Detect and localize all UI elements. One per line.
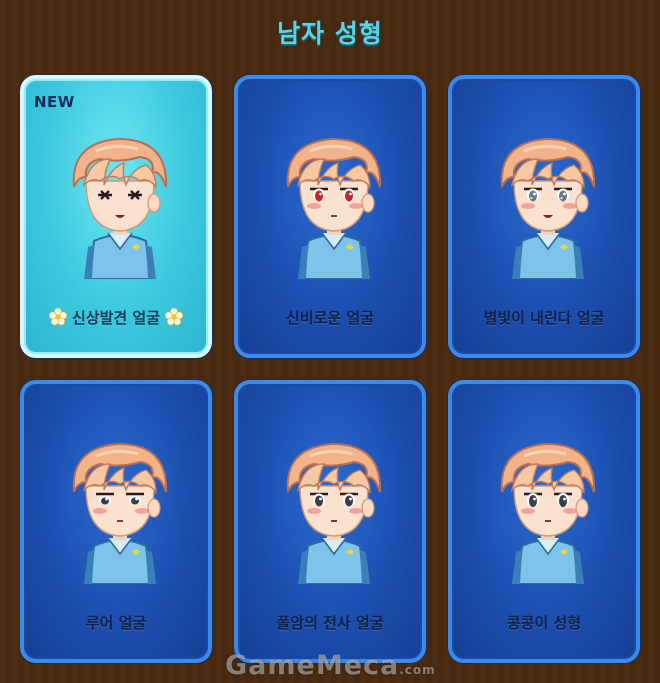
avatar xyxy=(72,137,168,279)
face-name: 신상발견 얼굴 xyxy=(71,309,161,327)
face-card-label: 신비로운 얼굴 xyxy=(238,307,422,328)
face-card[interactable]: 루어 얼굴 xyxy=(20,380,212,663)
face-card-label: 별빛이 내린다 얼굴 xyxy=(452,307,636,328)
watermark-suffix: .com xyxy=(399,663,436,677)
face-name: 신비로운 얼굴 xyxy=(285,309,375,327)
flower-icon xyxy=(164,307,184,326)
face-card-label: 신상발견 얼굴 xyxy=(24,307,208,328)
face-card[interactable]: NEW 신상발견 얼굴 xyxy=(20,75,212,358)
face-card-label: 루어 얼굴 xyxy=(24,612,208,633)
face-name: 콩콩이 성형 xyxy=(506,614,582,632)
avatar xyxy=(72,442,168,584)
avatar xyxy=(500,137,596,279)
face-name: 폴암의 전사 얼굴 xyxy=(276,614,384,632)
face-name: 루어 얼굴 xyxy=(85,614,147,632)
face-card[interactable]: 별빛이 내린다 얼굴 xyxy=(448,75,640,358)
new-badge: NEW xyxy=(34,93,75,111)
face-card-label: 폴암의 전사 얼굴 xyxy=(238,612,422,633)
flower-icon xyxy=(48,307,68,326)
avatar xyxy=(286,137,382,279)
page-title: 남자 성형 xyxy=(277,19,383,48)
face-card[interactable]: 신비로운 얼굴 xyxy=(234,75,426,358)
avatar xyxy=(286,442,382,584)
avatar xyxy=(500,442,596,584)
watermark: GameMeca.com xyxy=(225,650,436,681)
face-name: 별빛이 내린다 얼굴 xyxy=(483,309,605,327)
face-card-label: 콩콩이 성형 xyxy=(452,612,636,633)
face-card[interactable]: 콩콩이 성형 xyxy=(448,380,640,663)
face-card[interactable]: 폴암의 전사 얼굴 xyxy=(234,380,426,663)
watermark-text: GameMeca xyxy=(225,650,400,681)
